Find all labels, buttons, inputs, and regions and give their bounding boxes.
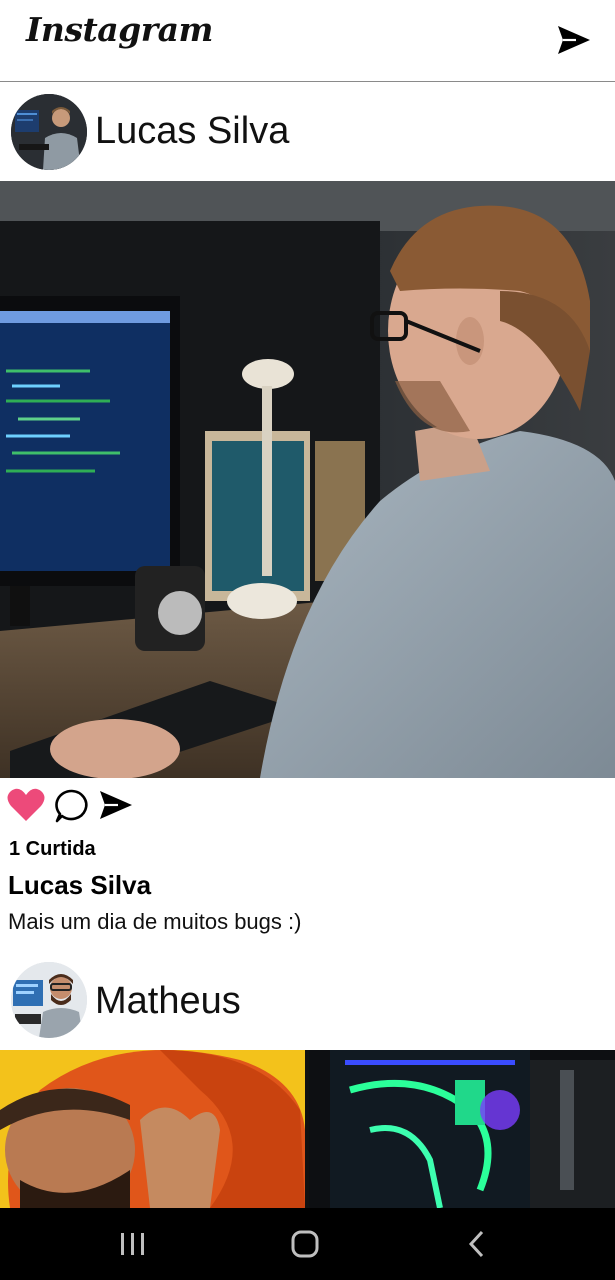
like-count[interactable]: 1 Curtida xyxy=(9,838,96,861)
home-button[interactable] xyxy=(260,1208,350,1280)
instagram-logo[interactable]: Instagram xyxy=(26,10,213,49)
home-circle-icon xyxy=(291,1230,319,1258)
post-username[interactable]: Matheus xyxy=(95,980,241,1023)
back-chevron-icon xyxy=(468,1230,484,1258)
paper-plane-icon xyxy=(558,26,590,54)
caption-text: Mais um dia de muitos bugs :) xyxy=(8,909,302,934)
post-image[interactable] xyxy=(0,1050,615,1208)
post-photo xyxy=(0,181,615,778)
like-button[interactable] xyxy=(6,787,46,828)
post-header: Matheus xyxy=(0,956,615,1052)
avatar-photo xyxy=(11,94,87,170)
comment-button[interactable] xyxy=(53,788,91,829)
post-actions xyxy=(6,787,206,825)
comment-bubble-icon xyxy=(55,789,88,823)
avatar[interactable] xyxy=(11,94,87,170)
back-button[interactable] xyxy=(432,1208,522,1280)
avatar[interactable] xyxy=(11,962,87,1038)
heart-filled-icon xyxy=(7,788,45,821)
top-bar: Instagram xyxy=(0,0,615,82)
post-image[interactable] xyxy=(0,181,615,778)
share-button[interactable] xyxy=(98,789,134,826)
direct-message-button[interactable] xyxy=(556,24,592,56)
post-header: Lucas Silva xyxy=(0,86,615,182)
system-navigation-bar xyxy=(0,1208,615,1280)
paper-plane-icon xyxy=(100,791,132,819)
instagram-app: Instagram Lucas Silva 1 Curtida Lucas Si… xyxy=(0,0,615,1280)
recent-apps-button[interactable] xyxy=(88,1208,178,1280)
avatar-photo xyxy=(11,962,87,1038)
post-username[interactable]: Lucas Silva xyxy=(95,110,289,153)
caption-username[interactable]: Lucas Silva xyxy=(8,870,151,901)
recent-apps-icon xyxy=(121,1233,144,1255)
post-photo xyxy=(0,1050,615,1208)
